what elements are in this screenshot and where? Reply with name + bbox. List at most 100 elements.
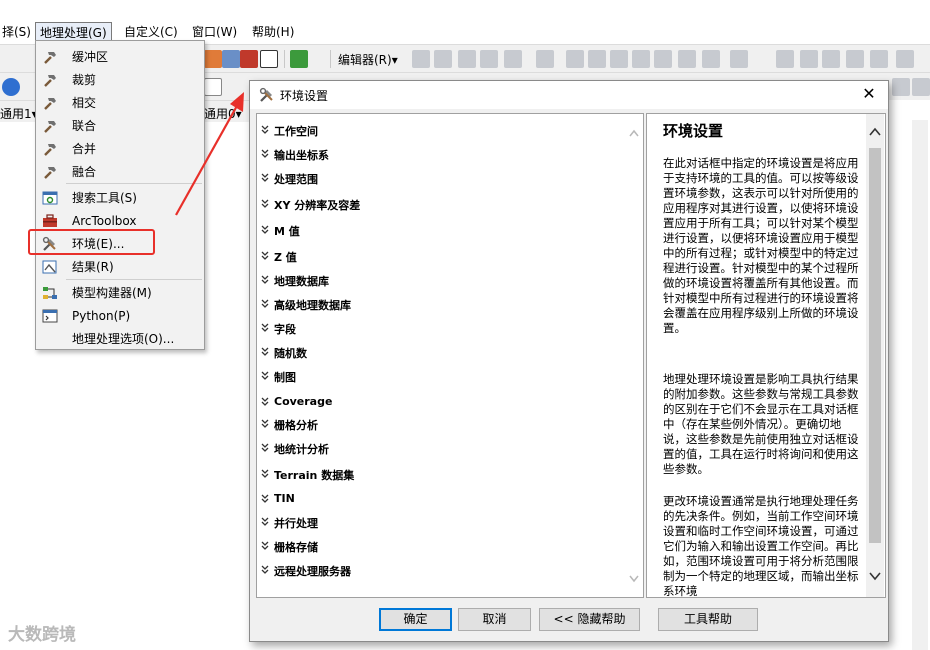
tool-help-button[interactable]: 工具帮助: [658, 608, 758, 631]
menu-help[interactable]: 帮助(H): [248, 22, 298, 43]
menu-item-label: 联合: [72, 119, 97, 133]
menu-item-label: 地理处理选项(O)...: [72, 332, 175, 346]
section-label: 栅格分析: [274, 419, 318, 432]
menu-item-label: 裁剪: [72, 73, 97, 87]
menu-item[interactable]: 搜索工具(S): [36, 187, 204, 209]
chevron-down-icon: [261, 565, 269, 574]
trace-icon[interactable]: [822, 50, 840, 68]
attributes-icon[interactable]: [678, 50, 696, 68]
toolbox-icon[interactable]: [240, 50, 258, 68]
info-icon[interactable]: [2, 78, 20, 96]
highlight-box: [28, 229, 155, 255]
chevron-down-icon: [261, 299, 269, 308]
section-label: 并行处理: [274, 517, 318, 530]
undo-icon[interactable]: [654, 50, 672, 68]
search-window-icon: [42, 191, 58, 205]
menu-item-label: 结果(R): [72, 260, 114, 274]
menu-item[interactable]: 裁剪: [36, 69, 204, 91]
rotate-icon[interactable]: [610, 50, 628, 68]
split-icon[interactable]: [588, 50, 606, 68]
toolbox-icon: [43, 214, 57, 227]
edit-annotation-icon[interactable]: [434, 50, 452, 68]
hammer-icon: [44, 52, 56, 64]
menu-item-label: 融合: [72, 165, 97, 179]
sketch-properties-icon[interactable]: [702, 50, 720, 68]
section-label: Terrain 数据集: [274, 469, 355, 482]
delete-icon[interactable]: [632, 50, 650, 68]
menu-item[interactable]: 结果(R): [36, 256, 204, 278]
section-label: Coverage: [274, 395, 333, 408]
close-icon[interactable]: ✕: [860, 85, 878, 103]
sections-scrollbar[interactable]: [627, 118, 641, 594]
section-label: 高级地理数据库: [274, 299, 351, 312]
section-label: 输出坐标系: [274, 149, 329, 162]
chevron-down-icon: [261, 199, 269, 208]
help-paragraph-2: 地理处理环境设置是影响工具执行结果的附加参数。这些参数与常规工具参数的区别在于它…: [663, 372, 859, 476]
straight-segment-icon[interactable]: [458, 50, 476, 68]
help-title: 环境设置: [663, 122, 724, 140]
map-scrollbar[interactable]: [912, 120, 928, 650]
menu-item[interactable]: 联合: [36, 115, 204, 137]
hide-help-button[interactable]: << 隐藏帮助: [539, 608, 640, 631]
geoprocessing-menu: 缓冲区 裁剪 相交 联合 合并 融合 搜索工具(S) ArcToolbox 环境(E)... 结果…: [35, 40, 205, 350]
help-scroll-thumb[interactable]: [869, 148, 881, 543]
section-label: 制图: [274, 371, 296, 384]
dialog-titlebar[interactable]: 环境设置 ✕: [250, 81, 888, 109]
edit-tool-icon[interactable]: [412, 50, 430, 68]
environment-sections-panel: 工作空间 输出坐标系 处理范围 XY 分辨率及容差 M 值 Z 值地理数据库 高级地理数据库…: [256, 113, 644, 598]
scroll-down-icon[interactable]: [868, 570, 882, 582]
extend-icon[interactable]: [870, 50, 888, 68]
topology-icon[interactable]: [776, 50, 794, 68]
section-label: TIN: [274, 492, 295, 505]
help-paragraph-3: 更改环境设置通常是执行地理处理任务的先决条件。例如，当前工作空间环境设置和临时工…: [663, 494, 859, 598]
editor-menu[interactable]: 编辑器(R)▾: [338, 51, 398, 68]
reshape-icon[interactable]: [566, 50, 584, 68]
general-dropdown-0[interactable]: 通用0▾: [204, 105, 242, 122]
ok-button[interactable]: 确定: [379, 608, 452, 631]
menu-item-label: 模型构建器(M): [72, 286, 152, 300]
catalog-icon[interactable]: [222, 50, 240, 68]
construct-icon[interactable]: [504, 50, 522, 68]
map-icon[interactable]: [204, 50, 222, 68]
menu-item[interactable]: 地理处理选项(O)...: [36, 328, 204, 350]
menu-item[interactable]: 模型构建器(M): [36, 282, 204, 304]
section-label: Z 值: [274, 251, 297, 264]
scroll-up-icon[interactable]: [868, 126, 882, 138]
section-label: 远程处理服务器: [274, 565, 351, 578]
chevron-down-icon: [261, 275, 269, 284]
general-dropdown-1[interactable]: 通用1▾: [0, 105, 38, 122]
dialog-title: 环境设置: [280, 89, 329, 103]
menu-item[interactable]: Python(P): [36, 305, 204, 327]
vertex-icon[interactable]: [536, 50, 554, 68]
section-label: 随机数: [274, 347, 307, 360]
hammer-icon: [44, 167, 56, 179]
snapping-icon[interactable]: [896, 50, 914, 68]
diamond-icon[interactable]: [892, 78, 910, 96]
cancel-button[interactable]: 取消: [458, 608, 531, 631]
diamond-icon-2[interactable]: [912, 78, 930, 96]
toolbar-separator: [330, 50, 331, 68]
window-icon[interactable]: [260, 50, 278, 68]
curve-icon[interactable]: [480, 50, 498, 68]
menu-item[interactable]: 缓冲区: [36, 46, 204, 68]
section-label: 地统计分析: [274, 443, 329, 456]
hammer-icon: [44, 98, 56, 110]
intersect-icon[interactable]: [846, 50, 864, 68]
topology-edit-icon[interactable]: [800, 50, 818, 68]
help-scrollbar[interactable]: [866, 114, 884, 597]
section-label: 地理数据库: [274, 275, 329, 288]
create-features-icon[interactable]: [730, 50, 748, 68]
hammer-icon: [44, 144, 56, 156]
results-icon: [42, 260, 57, 274]
menu-item[interactable]: 融合: [36, 161, 204, 183]
chevron-down-icon: [261, 443, 269, 452]
menu-item-label: 相交: [72, 96, 97, 110]
add-data-icon[interactable]: [204, 78, 222, 96]
chevron-down-icon: [261, 419, 269, 428]
chevron-down-icon: [261, 541, 269, 550]
chevron-down-icon: [261, 251, 269, 260]
menu-select[interactable]: 择(S): [0, 22, 35, 43]
model-builder-icon[interactable]: [290, 50, 308, 68]
menu-item[interactable]: 合并: [36, 138, 204, 160]
menu-item[interactable]: 相交: [36, 92, 204, 114]
